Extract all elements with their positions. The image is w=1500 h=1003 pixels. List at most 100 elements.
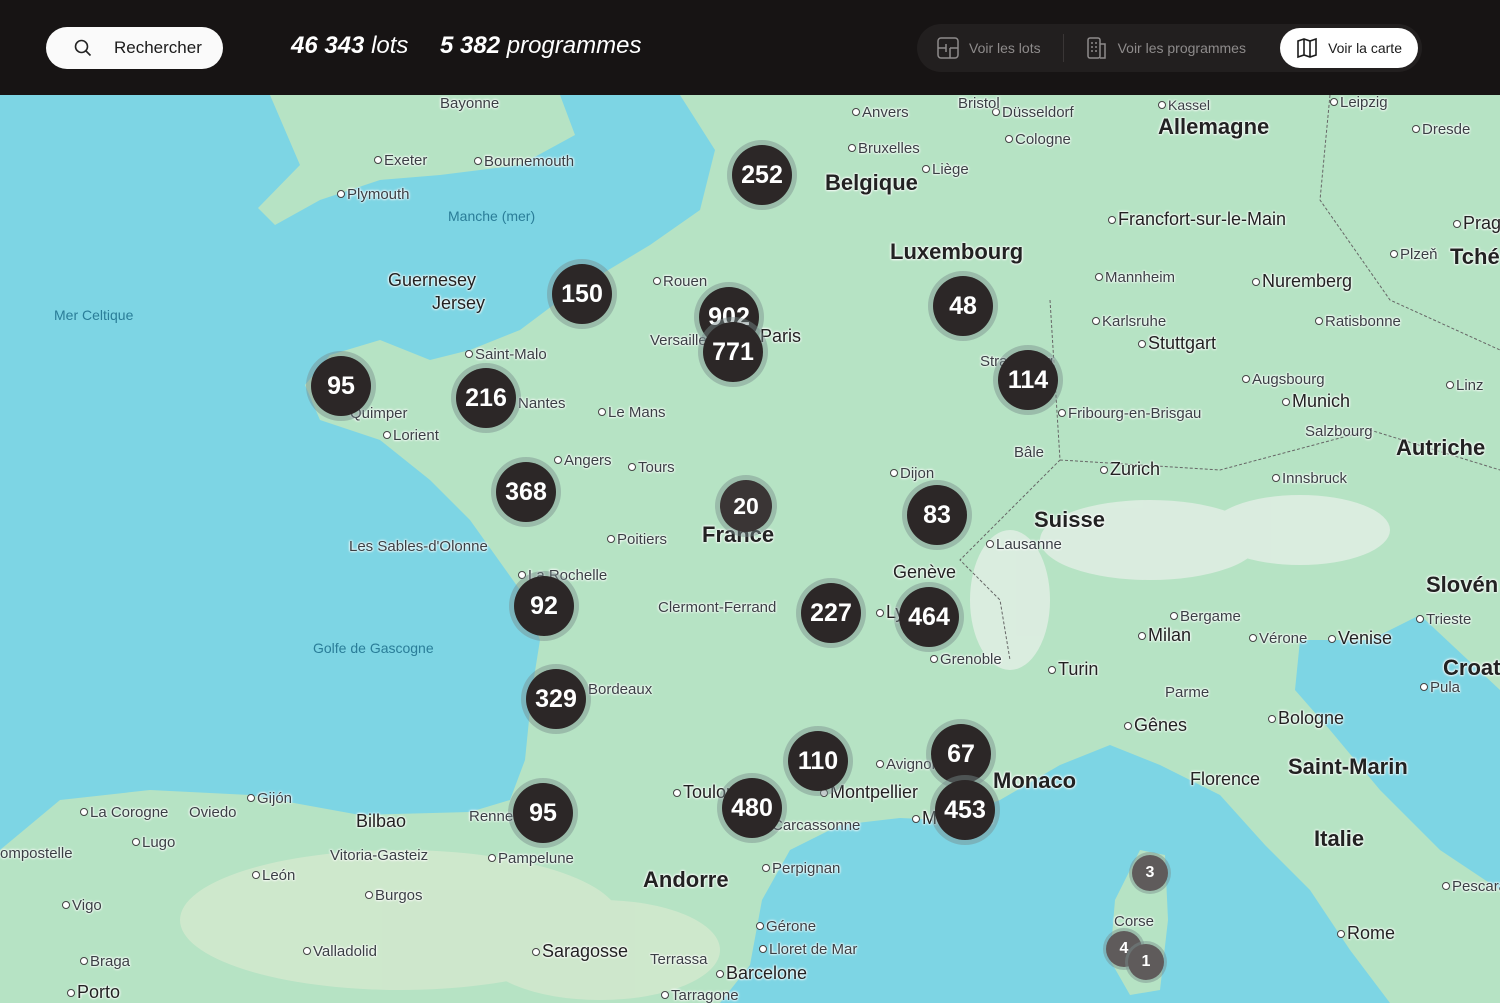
map-label: Salzbourg [1305, 423, 1373, 440]
map-label: Vigo [62, 897, 102, 914]
map-label: Le Mans [598, 404, 666, 421]
lots-count: 46 343 lots [291, 32, 409, 59]
map-label: Dresde [1412, 121, 1470, 138]
map-label: Burgos [365, 887, 423, 904]
map-label: La Corogne [80, 804, 168, 821]
map-label: Saint-Marin [1288, 754, 1408, 779]
cluster-marker[interactable]: 464 [899, 587, 959, 647]
map-label: Bordeaux [588, 681, 653, 698]
cluster-marker[interactable]: 95 [311, 356, 371, 416]
map-label: Mannheim [1095, 269, 1175, 286]
map-label: Manche (mer) [448, 208, 536, 224]
map-label: Gênes [1124, 715, 1187, 736]
map-label: Les Sables-d'Olonne [349, 538, 488, 555]
map-canvas[interactable]: Anvers Düsseldorf Kassel Leipzig Bruxelles Co… [0, 95, 1500, 1003]
map-base [0, 95, 1500, 1003]
map-label: Rome [1337, 923, 1395, 944]
search-label: Rechercher [114, 38, 202, 57]
map-label: Bergame [1170, 608, 1241, 625]
map-label: Braga [80, 953, 130, 970]
map-label: Anvers [852, 104, 909, 121]
map-label: Clermont-Ferrand [658, 599, 777, 616]
map-label: Saint-Malo [465, 346, 547, 363]
map-label: Plzeň [1390, 246, 1438, 263]
cluster-marker[interactable]: 480 [722, 778, 782, 838]
map-label: Italie [1314, 826, 1365, 851]
map-label: Bologne [1268, 708, 1344, 729]
cluster-marker[interactable]: 3 [1132, 855, 1168, 891]
cluster-marker[interactable]: 48 [933, 276, 993, 336]
map-label: Genève [893, 562, 957, 582]
map-label: Jersey [432, 293, 486, 313]
building-icon [1086, 37, 1106, 59]
map-label: Bristol [958, 95, 1000, 112]
map-label: Milan [1138, 625, 1191, 646]
cluster-marker[interactable]: 329 [526, 669, 586, 729]
map-label: Vitoria-Gasteiz [330, 847, 429, 864]
map-label: Dijon [890, 465, 934, 482]
map-label: Poitiers [607, 531, 667, 548]
map-label: Bâle [1014, 444, 1045, 461]
cluster-marker[interactable]: 1 [1128, 944, 1164, 980]
map-label: Grenoble [930, 651, 1002, 668]
map-label: Bilbao [356, 811, 407, 831]
map-label: Valladolid [303, 943, 377, 960]
cluster-marker[interactable]: 110 [788, 731, 848, 791]
map-label: Carcassonne [772, 817, 861, 834]
cluster-marker[interactable]: 252 [732, 145, 792, 205]
map-label: Prag [1453, 213, 1500, 234]
cluster-marker[interactable]: 368 [496, 462, 556, 522]
map-label: Lausanne [986, 536, 1062, 553]
map-label: Innsbruck [1272, 470, 1347, 487]
map-label: Oviedo [189, 804, 237, 821]
map-label: Tché [1450, 244, 1500, 269]
map-label: Mer Celtique [54, 307, 134, 323]
map-label: Pampelune [488, 850, 574, 867]
map-label: Karlsruhe [1092, 313, 1166, 330]
cluster-marker[interactable]: 92 [514, 576, 574, 636]
view-map-button[interactable]: Voir la carte [1280, 28, 1418, 68]
map-label: Bournemouth [474, 153, 574, 170]
map-label: Francfort-sur-le-Main [1108, 209, 1286, 230]
map-icon [1297, 37, 1317, 59]
cluster-marker[interactable]: 95 [513, 783, 573, 843]
cluster-marker[interactable]: 771 [703, 322, 763, 382]
map-label: Parme [1165, 684, 1210, 701]
map-label: Guernesey [388, 270, 477, 290]
cluster-marker[interactable]: 114 [998, 350, 1058, 410]
cluster-marker[interactable]: 453 [935, 780, 995, 840]
map-label: Munich [1282, 391, 1350, 412]
cluster-marker[interactable]: 216 [456, 368, 516, 428]
map-label: Croat [1443, 655, 1500, 680]
cluster-marker[interactable]: 150 [552, 264, 612, 324]
cluster-marker[interactable]: 83 [907, 485, 967, 545]
map-label: Monaco [993, 768, 1077, 793]
search-icon [74, 39, 92, 57]
map-label: Corse [1114, 913, 1155, 930]
map-label: Nuremberg [1252, 271, 1352, 292]
map-label: Paris [760, 326, 802, 346]
map-label: Pescara [1442, 878, 1500, 895]
cluster-marker[interactable]: 227 [801, 583, 861, 643]
view-lots-button[interactable]: Voir les lots [937, 28, 1041, 68]
search-button[interactable]: Rechercher [46, 27, 223, 69]
map-label: Avignon [876, 756, 940, 773]
map-label: Saragosse [532, 941, 628, 962]
map-label: Gijón [247, 790, 292, 807]
map-label: Autriche [1396, 435, 1486, 460]
map-label: Plymouth [337, 186, 410, 203]
map-label: Golfe de Gascogne [313, 640, 434, 656]
cluster-marker[interactable]: 20 [720, 480, 772, 532]
map-label: Angers [554, 452, 612, 469]
view-programmes-button[interactable]: Voir les programmes [1086, 28, 1246, 68]
map-label: Allemagne [1158, 114, 1270, 139]
map-label: Liège [922, 161, 969, 178]
top-bar: Rechercher 46 343 lots 5 382 programmes … [0, 0, 1500, 95]
map-label: Rouen [653, 273, 707, 290]
cluster-marker[interactable]: 67 [931, 724, 991, 784]
map-label: Leipzig [1330, 95, 1388, 111]
map-label: Tours [628, 459, 675, 476]
map-label: Slovén [1426, 572, 1499, 597]
map-label: Andorre [643, 867, 729, 892]
map-label: Augsbourg [1242, 371, 1325, 388]
